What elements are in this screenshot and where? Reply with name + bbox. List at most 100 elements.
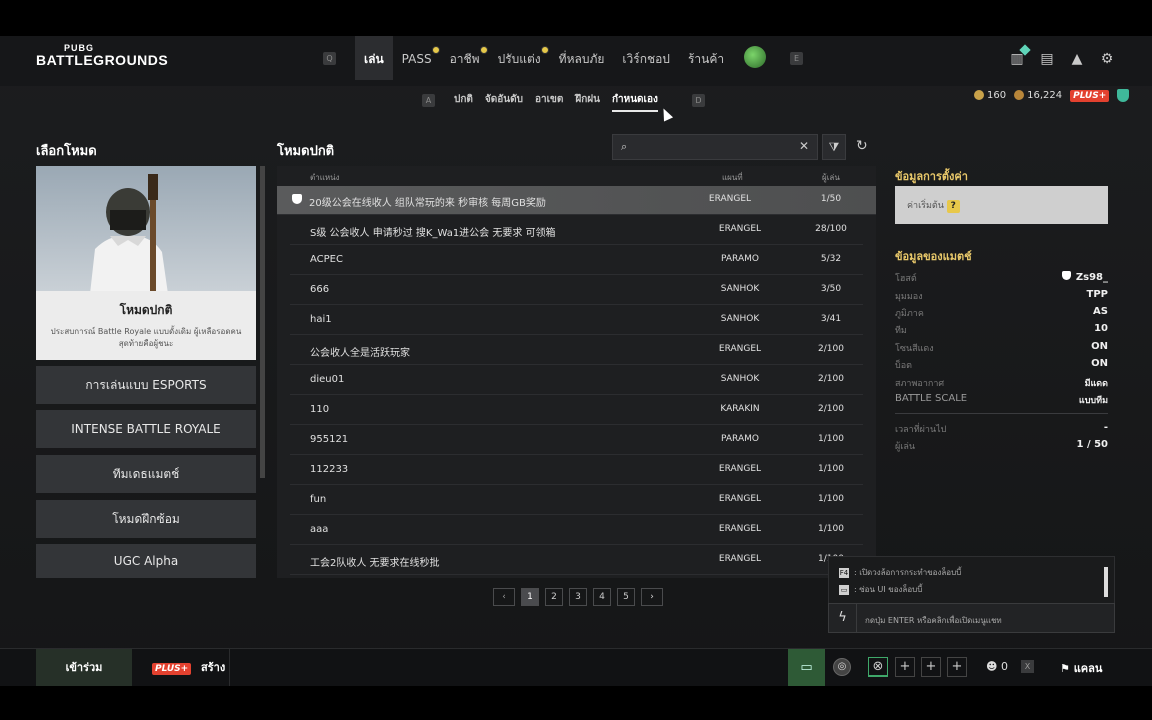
list-header: ตำแหน่ง แผนที่ ผู้เล่น: [277, 166, 876, 186]
table-row[interactable]: hai1 SANHOK 3/41: [290, 306, 863, 335]
info-host: โฮสต์ Zs98_: [895, 271, 1108, 284]
create-button[interactable]: PLUS+ สร้าง: [140, 649, 230, 686]
next-page-button[interactable]: ›: [641, 588, 663, 606]
mode-card-title: โหมดปกติ: [119, 303, 173, 317]
mouse-cursor-icon: [658, 106, 674, 122]
table-row[interactable]: 955121 PARAMO 1/100: [290, 426, 863, 455]
nav-tab-career[interactable]: อาชีพ: [441, 36, 489, 80]
friends-count[interactable]: ☻ 0: [986, 660, 1008, 673]
table-row[interactable]: 工会2队收人 无要求在线秒批 ERANGEL 1/100: [290, 546, 863, 575]
pagination: ‹ 1 2 3 4 5 ›: [493, 588, 663, 606]
subtab-custom[interactable]: กำหนดเอง: [611, 92, 658, 112]
page-button-5[interactable]: 5: [617, 588, 635, 606]
nav-tab-play[interactable]: เล่น: [355, 36, 393, 80]
subtab-normal[interactable]: ปกติ: [454, 92, 473, 112]
subtab-training[interactable]: ฝึกฝน: [575, 92, 600, 112]
top-header: PUBG BATTLEGROUNDS Q เล่น PASS อาชีพ ปรั…: [0, 36, 1152, 86]
letterbox-top: [0, 0, 1152, 36]
ps-icon: ⊗: [872, 659, 884, 674]
settings-info-title: ข้อมูลการตั้งค่า: [895, 170, 968, 183]
info-weather: สภาพอากาศ มีแดด: [895, 379, 1108, 389]
lock-icon: [292, 194, 302, 204]
notification-icon[interactable]: ▲: [1068, 50, 1086, 68]
lightning-icon: ϟ: [829, 604, 857, 632]
main-nav: เล่น PASS อาชีพ ปรับแต่ง ที่หลบภัย เวิร์…: [355, 36, 733, 80]
page-button-4[interactable]: 4: [593, 588, 611, 606]
key-hint-x: X: [1021, 660, 1034, 673]
info-battle-scale: BATTLE SCALE แบบทีม: [895, 393, 1108, 406]
bp-balance[interactable]: 16,224: [1014, 90, 1062, 101]
clan-icon: ⚑: [1060, 662, 1070, 675]
subtab-ranked[interactable]: จัดอันดับ: [485, 92, 523, 112]
mail-icon[interactable]: ▤: [1038, 50, 1056, 68]
help-icon[interactable]: ?: [946, 200, 960, 213]
host-shield-icon: [1061, 271, 1071, 280]
crate-icon[interactable]: ▥: [1008, 44, 1031, 68]
nav-tab-workshop[interactable]: เวิร์กชอป: [613, 36, 679, 80]
clear-icon[interactable]: ✕: [799, 139, 809, 153]
table-row[interactable]: dieu01 SANHOK 2/100: [290, 366, 863, 395]
info-players: ผู้เล่น 1 / 50: [895, 439, 1108, 452]
mode-training-button[interactable]: โหมดฝึกซ้อม: [36, 500, 256, 538]
col-header-players[interactable]: ผู้เล่น: [822, 171, 840, 184]
settings-gear-icon[interactable]: ⚙: [1098, 50, 1116, 68]
chat-input-bar[interactable]: ϟ กดปุ่ม ENTER หรือคลิกเพื่อเปิดเมนูแชท: [828, 603, 1115, 633]
info-team: ทีม 10: [895, 323, 1108, 336]
mode-tdm-button[interactable]: ทีมเดธแมตช์: [36, 455, 256, 493]
key-hint-a: A: [422, 94, 435, 107]
shield-icon[interactable]: [1117, 89, 1130, 102]
mode-ugc-button[interactable]: UGC Alpha: [36, 544, 256, 578]
info-elapsed: เวลาที่ผ่านไป -: [895, 422, 1108, 435]
join-button[interactable]: เข้าร่วม: [36, 649, 132, 686]
prev-page-button[interactable]: ‹: [493, 588, 515, 606]
table-row[interactable]: aaa ERANGEL 1/100: [290, 516, 863, 545]
search-input[interactable]: ⌕ ✕: [612, 134, 818, 160]
normal-mode-card[interactable]: โหมดปกติ ประสบการณ์ Battle Royale แบบดั้…: [36, 166, 256, 360]
table-row[interactable]: ACPEC PARAMO 5/32: [290, 246, 863, 275]
mode-intense-br-button[interactable]: INTENSE BATTLE ROYALE: [36, 410, 256, 448]
nav-tab-pass[interactable]: PASS: [393, 36, 441, 80]
info-perspective: มุมมอง TPP: [895, 289, 1108, 302]
table-row[interactable]: 公会收人全是活跃玩家 ERANGEL 2/100: [290, 336, 863, 365]
page-button-2[interactable]: 2: [545, 588, 563, 606]
notification-dot-icon: [540, 46, 549, 54]
emblem-icon[interactable]: ◎: [833, 658, 851, 676]
mode-esports-button[interactable]: การเล่นแบบ ESPORTS: [36, 366, 256, 404]
col-header-name[interactable]: ตำแหน่ง: [310, 171, 340, 184]
table-row[interactable]: S级 公会收人 申请秒过 搜K_Wa1进公会 无要求 可领箱 ERANGEL 2…: [290, 216, 863, 245]
player-slot-self[interactable]: ⊗: [868, 657, 888, 677]
overlay-scrollbar[interactable]: [1104, 567, 1108, 597]
subtab-arcade[interactable]: อาเขต: [535, 92, 563, 112]
table-row[interactable]: 112233 ERANGEL 1/100: [290, 456, 863, 485]
info-region: ภูมิภาค AS: [895, 306, 1108, 319]
filter-button[interactable]: ⧩: [822, 134, 846, 160]
gcoin-balance[interactable]: 160: [974, 90, 1006, 101]
table-row[interactable]: 666 SANHOK 3/50: [290, 276, 863, 305]
mode-list-scrollbar[interactable]: [260, 166, 265, 478]
match-info-title: ข้อมูลของแมตช์: [895, 250, 972, 263]
chat-icon[interactable]: ▭: [788, 649, 825, 686]
player-slot-add[interactable]: +: [895, 657, 915, 677]
divider: [895, 413, 1108, 414]
refresh-icon[interactable]: ↻: [856, 138, 868, 154]
table-row[interactable]: 110 KARAKIN 2/100: [290, 396, 863, 425]
event-leaf-icon[interactable]: [744, 46, 766, 68]
bp-icon: [1014, 90, 1025, 100]
nav-tab-store[interactable]: ร้านค้า: [679, 36, 733, 80]
page-button-3[interactable]: 3: [569, 588, 587, 606]
table-row[interactable]: fun ERANGEL 1/100: [290, 486, 863, 515]
clan-button[interactable]: ⚑ แคลน: [1060, 659, 1102, 677]
letterbox-bottom: [0, 686, 1152, 720]
nav-tab-customize[interactable]: ปรับแต่ง: [489, 36, 550, 80]
player-slot-add[interactable]: +: [947, 657, 967, 677]
page-button-1[interactable]: 1: [521, 588, 539, 606]
table-row[interactable]: 20级公会在线收人 组队常玩的来 秒审核 每周GB奖励 ERANGEL 1/50: [277, 186, 876, 215]
nav-tab-hideout[interactable]: ที่หลบภัย: [550, 36, 614, 80]
info-redzone: โซนสีแดง ON: [895, 341, 1108, 354]
mode-card-description: ประสบการณ์ Battle Royale แบบดั้งเดิม ผู้…: [50, 327, 242, 348]
currency-bar: 160 16,224 PLUS+: [974, 89, 1130, 102]
player-slot-add[interactable]: +: [921, 657, 941, 677]
plus-badge[interactable]: PLUS+: [1070, 89, 1110, 102]
col-header-map[interactable]: แผนที่: [722, 171, 743, 184]
pubg-logo: PUBG BATTLEGROUNDS: [36, 43, 169, 68]
